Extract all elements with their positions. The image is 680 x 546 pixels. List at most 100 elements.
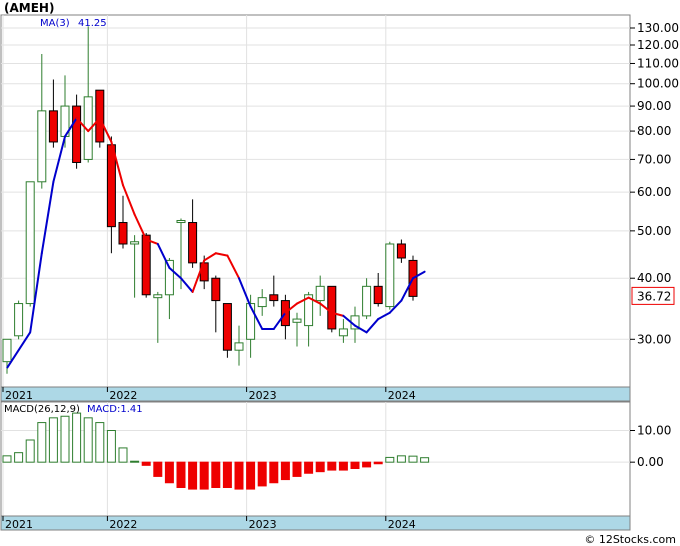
price-tick-label: 110.00 <box>637 56 679 70</box>
macd-bar <box>118 447 128 463</box>
last-price-value: 36.72 <box>637 289 671 303</box>
candle <box>141 232 151 298</box>
candle-body <box>130 241 140 245</box>
macd-x-label: 2022 <box>109 518 137 531</box>
candle-body <box>164 259 174 296</box>
macd-bar <box>176 461 186 488</box>
last-price-badge: 36.72 <box>631 286 675 305</box>
macd-bar <box>373 461 383 465</box>
candle-body <box>385 243 395 308</box>
price-x-label: 2021 <box>5 389 33 402</box>
candle-body <box>2 338 12 363</box>
macd-bar <box>338 461 348 471</box>
candle-body <box>292 318 302 323</box>
price-x-label: 2024 <box>388 389 416 402</box>
macd-bar <box>83 417 93 463</box>
macd-bar <box>350 461 360 469</box>
macd-bar <box>95 422 105 463</box>
price-tick-label: 100.00 <box>637 77 679 91</box>
macd-bar <box>130 460 140 463</box>
macd-bar <box>153 461 163 477</box>
macd-bar <box>292 461 302 477</box>
price-x-label: 2022 <box>109 389 137 402</box>
price-tick-label: 90.00 <box>637 99 671 113</box>
price-tick-label: 50.00 <box>637 224 671 238</box>
macd-tick-label: 0.00 <box>637 455 664 469</box>
candle-body <box>188 222 198 264</box>
candle-body <box>222 303 232 351</box>
macd-bar <box>14 452 24 463</box>
macd-bar <box>304 461 314 474</box>
ma-value: 41.25 <box>78 18 107 29</box>
symbol-label: (AMEH) <box>4 1 54 15</box>
price-tick-label: 40.00 <box>637 271 671 285</box>
candle-body <box>234 342 244 351</box>
macd-bar <box>106 430 116 463</box>
macd-bar <box>72 412 82 463</box>
macd-bar <box>269 461 279 484</box>
candle-body <box>373 285 383 305</box>
macd-y-ticks: 10.00 0.00 <box>630 424 671 469</box>
candle-body <box>246 303 256 340</box>
candle-body <box>106 144 116 228</box>
macd-bar <box>199 461 209 490</box>
macd-bar <box>280 461 290 481</box>
candle-body <box>362 285 372 317</box>
candle-body <box>269 294 279 302</box>
macd-bar <box>246 461 256 490</box>
price-plot-frame <box>0 14 631 388</box>
macd-label: MACD(26,12,9) <box>4 404 80 415</box>
macd-bar <box>164 461 174 484</box>
candle-body <box>153 294 163 299</box>
macd-bar <box>327 461 337 471</box>
candle <box>385 241 395 310</box>
macd-bar <box>385 456 395 463</box>
macd-bar <box>37 422 47 463</box>
candle-body <box>211 277 221 302</box>
candle-body <box>396 243 406 259</box>
price-tick-label: 60.00 <box>637 185 671 199</box>
price-tick-label: 70.00 <box>637 152 671 166</box>
candle-body <box>25 181 35 305</box>
price-tick-label: 30.00 <box>637 332 671 346</box>
macd-panel: 10.00 0.00 MACD(26,12,9) MACD:1.41 <box>0 401 671 517</box>
macd-bar <box>234 461 244 490</box>
candle-body <box>338 328 348 337</box>
candle-body <box>48 110 58 143</box>
macd-tick-label: 10.00 <box>637 424 671 438</box>
candle-body <box>14 303 24 337</box>
candle-body <box>141 234 151 296</box>
price-tick-label: 120.00 <box>637 38 679 52</box>
candle-body <box>176 219 186 224</box>
macd-x-label: 2024 <box>388 518 416 531</box>
price-tick-label: 130.00 <box>637 21 679 35</box>
candle <box>222 303 232 358</box>
candle-body <box>118 222 128 245</box>
macd-bar <box>396 455 406 463</box>
candle-body <box>315 285 325 302</box>
candle-body <box>257 297 267 308</box>
price-tick-label: 80.00 <box>637 124 671 138</box>
price-x-axis: 2021 2022 2023 2024 <box>0 386 631 402</box>
macd-bar <box>408 455 418 463</box>
macd-bar <box>188 461 198 490</box>
stock-chart: 130.00 120.00 110.00 100.00 90.00 80.00 70.00 6… <box>0 1 679 546</box>
macd-x-label: 2021 <box>5 518 33 531</box>
macd-bar <box>362 461 372 468</box>
candle-body <box>95 89 105 143</box>
macd-bar <box>315 461 325 473</box>
price-x-axis-band <box>0 386 631 402</box>
macd-bar <box>211 461 221 488</box>
candle <box>25 181 35 307</box>
macd-bar <box>25 439 35 463</box>
macd-bar <box>222 461 232 488</box>
footer-credit: © 12Stocks.com <box>584 533 676 546</box>
macd-bar <box>2 455 12 463</box>
candle-body <box>327 285 337 330</box>
macd-value: MACD:1.41 <box>87 404 143 415</box>
macd-x-axis: 2021 2022 2023 2024 <box>0 515 631 531</box>
macd-bar <box>48 417 58 463</box>
price-panel: 130.00 120.00 110.00 100.00 90.00 80.00 70.00 6… <box>0 1 679 388</box>
candle <box>72 94 82 169</box>
candle-body <box>72 105 82 163</box>
